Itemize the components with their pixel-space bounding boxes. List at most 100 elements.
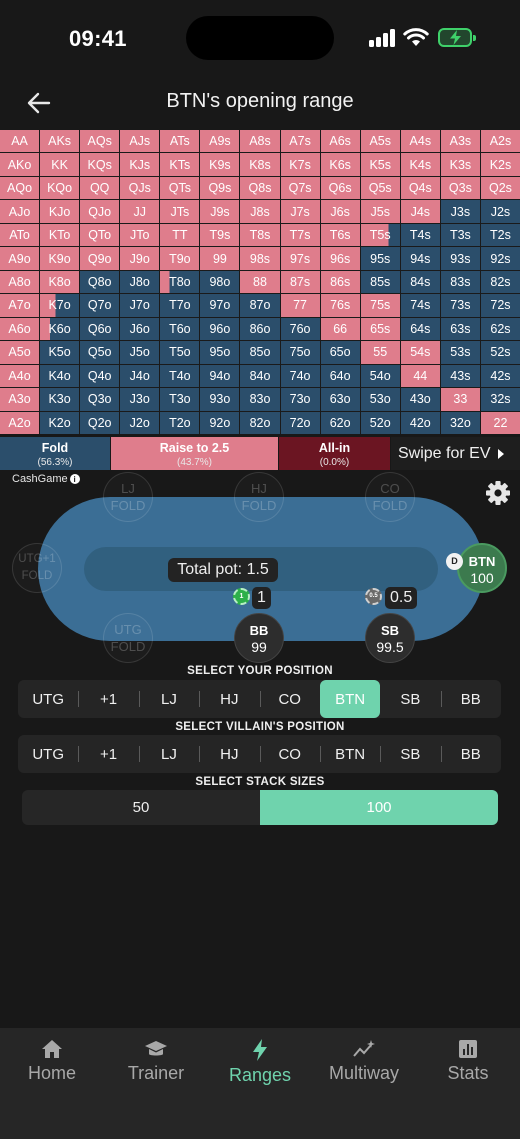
range-cell-QJo[interactable]: QJo [80,200,120,223]
hero-position-option[interactable]: HJ [199,680,259,718]
range-cell-Q9o[interactable]: Q9o [80,247,120,270]
range-cell-AKo[interactable]: AKo [0,153,40,176]
range-cell-Q6o[interactable]: Q6o [80,317,120,341]
range-cell-A5o[interactable]: A5o [0,341,40,364]
range-cell-T8s[interactable]: T8s [240,223,280,247]
range-cell-T6s[interactable]: T6s [320,223,360,247]
range-cell-98s[interactable]: 98s [240,247,280,270]
range-cell-T6o[interactable]: T6o [160,317,200,341]
range-cell-K4s[interactable]: K4s [400,153,440,176]
range-cell-K5s[interactable]: K5s [360,153,400,176]
range-cell-QQ[interactable]: QQ [80,176,120,200]
range-cell-K2o[interactable]: K2o [40,411,80,434]
range-cell-ATs[interactable]: ATs [160,130,200,153]
range-cell-Q6s[interactable]: Q6s [320,176,360,200]
hero-position-option[interactable]: BB [440,680,501,718]
range-cell-JTo[interactable]: JTo [120,223,160,247]
range-cell-KJs[interactable]: KJs [120,153,160,176]
range-cell-T9s[interactable]: T9s [200,223,240,247]
range-cell-65o[interactable]: 65o [320,341,360,364]
range-cell-A3o[interactable]: A3o [0,388,40,411]
range-cell-QTs[interactable]: QTs [160,176,200,200]
villain-position-option[interactable]: LJ [138,735,199,773]
range-cell-J9o[interactable]: J9o [120,247,160,270]
range-cell-62o[interactable]: 62o [320,411,360,434]
range-cell-AQs[interactable]: AQs [80,130,120,153]
range-cell-A6s[interactable]: A6s [320,130,360,153]
range-cell-83o[interactable]: 83o [240,388,280,411]
range-cell-T9o[interactable]: T9o [160,247,200,270]
range-cell-T8o[interactable]: T8o [160,270,200,294]
range-cell-T2o[interactable]: T2o [160,411,200,434]
range-cell-K8o[interactable]: K8o [40,270,80,294]
range-cell-43s[interactable]: 43s [440,364,480,388]
range-cell-63o[interactable]: 63o [320,388,360,411]
range-cell-53s[interactable]: 53s [440,341,480,364]
range-cell-T4s[interactable]: T4s [400,223,440,247]
range-cell-93s[interactable]: 93s [440,247,480,270]
range-cell-A7s[interactable]: A7s [280,130,320,153]
range-cell-88[interactable]: 88 [240,270,280,294]
range-cell-52o[interactable]: 52o [360,411,400,434]
range-cell-Q3o[interactable]: Q3o [80,388,120,411]
gear-icon[interactable] [484,479,512,507]
hero-position-option[interactable]: +1 [78,680,138,718]
villain-position-option[interactable]: UTG [18,735,78,773]
range-cell-J2o[interactable]: J2o [120,411,160,434]
range-cell-KTo[interactable]: KTo [40,223,80,247]
range-cell-A4s[interactable]: A4s [400,130,440,153]
range-cell-J5o[interactable]: J5o [120,341,160,364]
range-cell-J2s[interactable]: J2s [480,200,520,223]
range-cell-T3o[interactable]: T3o [160,388,200,411]
nav-home[interactable]: Home [0,1028,104,1139]
range-cell-96s[interactable]: 96s [320,247,360,270]
range-cell-J6o[interactable]: J6o [120,317,160,341]
range-cell-64o[interactable]: 64o [320,364,360,388]
range-cell-83s[interactable]: 83s [440,270,480,294]
range-cell-43o[interactable]: 43o [400,388,440,411]
range-cell-74o[interactable]: 74o [280,364,320,388]
range-cell-85s[interactable]: 85s [360,270,400,294]
range-cell-T7s[interactable]: T7s [280,223,320,247]
villain-position-option[interactable]: +1 [78,735,138,773]
range-cell-A2s[interactable]: A2s [480,130,520,153]
range-cell-T5s[interactable]: T5s [360,223,400,247]
range-cell-A8s[interactable]: A8s [240,130,280,153]
range-cell-99[interactable]: 99 [200,247,240,270]
range-cell-Q4o[interactable]: Q4o [80,364,120,388]
range-cell-84o[interactable]: 84o [240,364,280,388]
range-cell-96o[interactable]: 96o [200,317,240,341]
range-cell-42o[interactable]: 42o [400,411,440,434]
range-cell-76s[interactable]: 76s [320,294,360,317]
range-cell-JJ[interactable]: JJ [120,200,160,223]
range-cell-98o[interactable]: 98o [200,270,240,294]
seat-bb[interactable]: BB 99 [234,613,284,663]
hero-position-option[interactable]: BTN [319,680,381,718]
range-cell-84s[interactable]: 84s [400,270,440,294]
range-cell-54s[interactable]: 54s [400,341,440,364]
seat-lj[interactable]: LJ FOLD [103,472,153,522]
range-cell-77[interactable]: 77 [280,294,320,317]
seat-utg[interactable]: UTG FOLD [103,613,153,663]
range-cell-A6o[interactable]: A6o [0,317,40,341]
range-cell-97o[interactable]: 97o [200,294,240,317]
range-cell-Q2s[interactable]: Q2s [480,176,520,200]
range-cell-K2s[interactable]: K2s [480,153,520,176]
range-cell-82s[interactable]: 82s [480,270,520,294]
villain-position-option[interactable]: BTN [319,735,380,773]
hero-position-option[interactable]: UTG [18,680,78,718]
range-cell-54o[interactable]: 54o [360,364,400,388]
range-cell-62s[interactable]: 62s [480,317,520,341]
range-cell-53o[interactable]: 53o [360,388,400,411]
range-cell-75s[interactable]: 75s [360,294,400,317]
range-cell-42s[interactable]: 42s [480,364,520,388]
hero-position-option[interactable]: CO [259,680,320,718]
villain-position-option[interactable]: HJ [199,735,259,773]
seat-utg1[interactable]: UTG+1 FOLD [12,543,62,593]
range-cell-52s[interactable]: 52s [480,341,520,364]
range-cell-J4s[interactable]: J4s [400,200,440,223]
range-cell-73o[interactable]: 73o [280,388,320,411]
range-cell-87s[interactable]: 87s [280,270,320,294]
range-cell-A3s[interactable]: A3s [440,130,480,153]
nav-stats[interactable]: Stats [416,1028,520,1139]
